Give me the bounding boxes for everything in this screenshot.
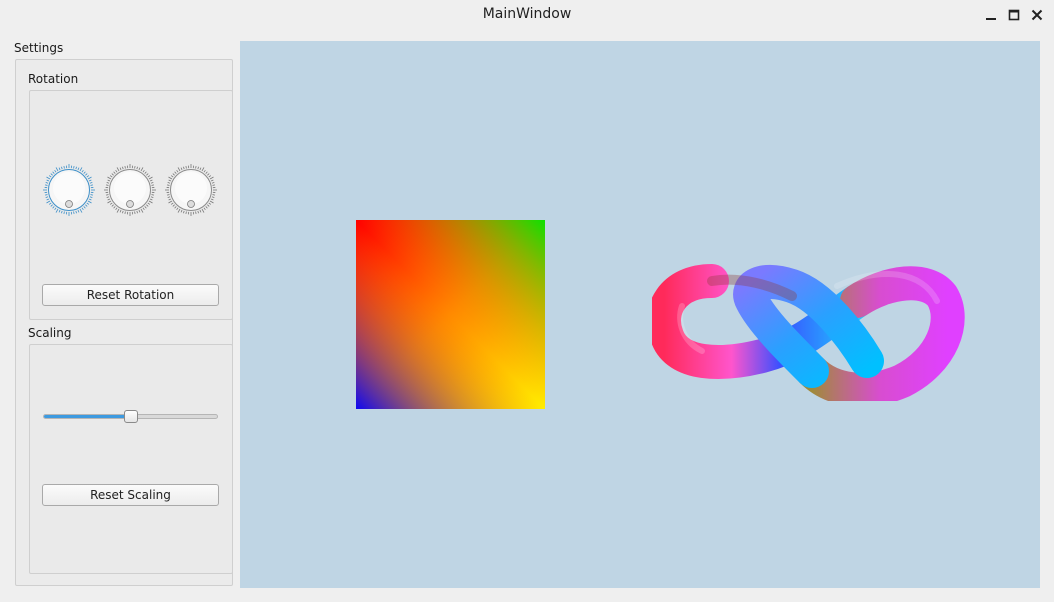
- close-button[interactable]: [1029, 7, 1045, 23]
- maximize-icon: [1008, 9, 1020, 21]
- window-title: MainWindow: [482, 6, 572, 22]
- dial-notch: [65, 200, 73, 208]
- rotation-dial-x[interactable]: [43, 164, 95, 216]
- opengl-viewport[interactable]: [240, 41, 1040, 588]
- dial-notch: [187, 200, 195, 208]
- rotation-dial-y[interactable]: [104, 164, 156, 216]
- close-icon: [1031, 9, 1043, 21]
- reset-rotation-button[interactable]: Reset Rotation: [42, 284, 219, 306]
- scaling-slider-handle[interactable]: [123, 410, 138, 423]
- settings-label: Settings: [14, 41, 64, 55]
- maximize-button[interactable]: [1006, 7, 1022, 23]
- dial-notch: [126, 200, 134, 208]
- title-bar: MainWindow: [0, 0, 1054, 30]
- rotation-label: Rotation: [28, 72, 79, 86]
- scaling-group: [29, 344, 233, 574]
- gradient-quad: [356, 220, 545, 409]
- reset-scaling-button[interactable]: Reset Scaling: [42, 484, 219, 506]
- rotation-dial-z[interactable]: [165, 164, 217, 216]
- trefoil-knot: [652, 264, 965, 401]
- scaling-label: Scaling: [28, 326, 72, 340]
- minimize-button[interactable]: [983, 7, 999, 23]
- scaling-slider-fill: [44, 415, 132, 418]
- minimize-icon: [986, 18, 996, 20]
